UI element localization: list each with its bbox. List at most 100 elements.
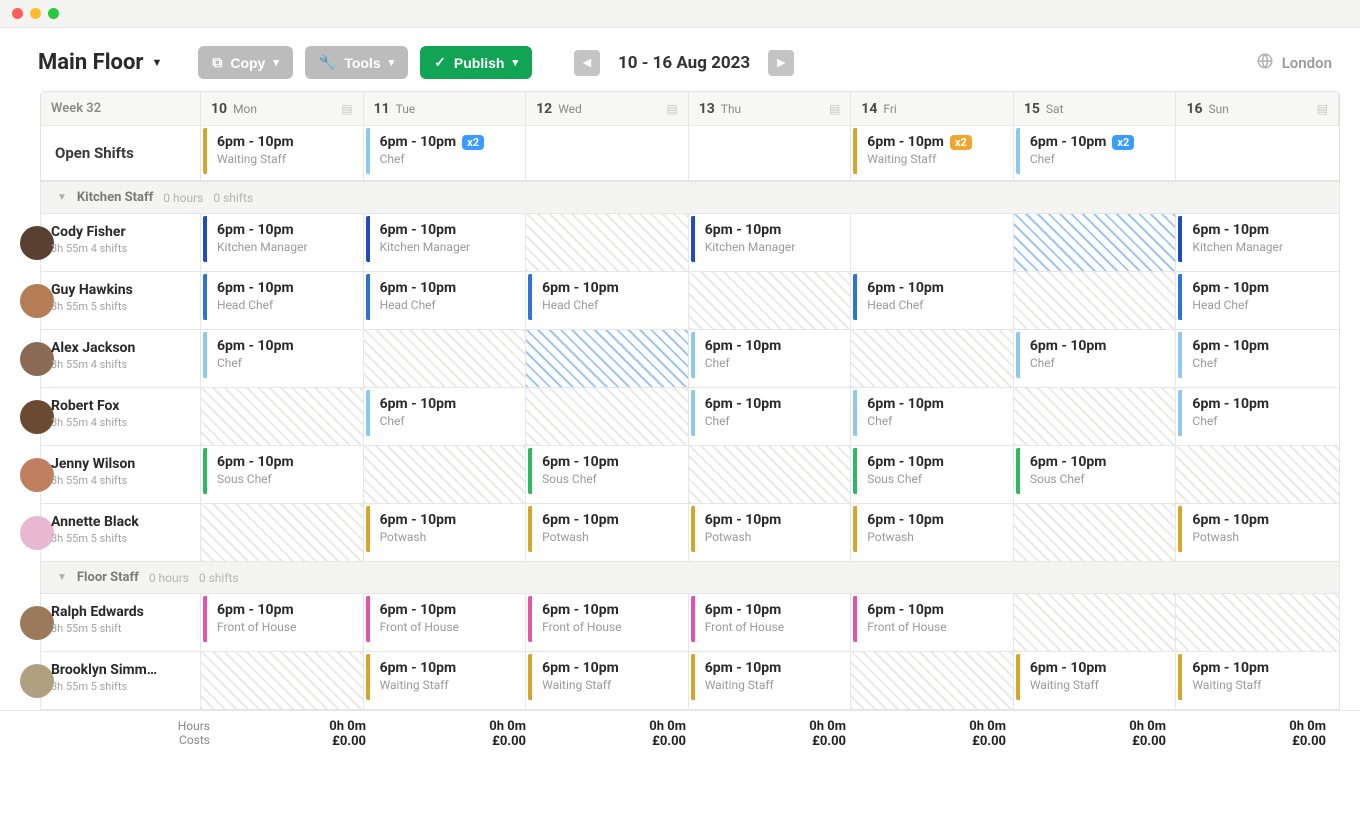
shift-card[interactable]: 6pm - 10pm Head Chef [1178,274,1337,320]
shift-card[interactable]: 6pm - 10pm Waiting Staff [528,654,686,700]
open-shift-card[interactable]: 6pm - 10pm x2 Chef [366,128,524,174]
tools-button[interactable]: 🔧 Tools ▾ [305,46,408,79]
shift-cell[interactable] [1176,594,1339,652]
note-icon[interactable]: ▤ [341,102,352,116]
shift-cell[interactable] [1014,388,1177,446]
shift-cell[interactable] [851,652,1014,710]
shift-cell[interactable] [1014,272,1177,330]
shift-card[interactable]: 6pm - 10pm Front of House [528,596,686,642]
note-icon[interactable]: ▤ [1317,102,1328,116]
shift-cell[interactable] [689,446,852,504]
employee-cell[interactable]: Cody Fisher 3h 55m 4 shifts [41,214,201,272]
shift-card[interactable]: 6pm - 10pm Potwash [1178,506,1337,552]
shift-card[interactable]: 6pm - 10pm Head Chef [528,274,686,320]
shift-cell[interactable] [1014,214,1177,272]
shift-card[interactable]: 6pm - 10pm Kitchen Manager [366,216,524,262]
publish-button[interactable]: ✓ Publish ▾ [420,46,532,79]
shift-card[interactable]: 6pm - 10pm Potwash [528,506,686,552]
close-window-icon[interactable] [12,8,23,19]
shift-card[interactable]: 6pm - 10pm Kitchen Manager [1178,216,1337,262]
day-header[interactable]: 16 Sun ▤ [1176,92,1339,126]
employee-cell[interactable]: Ralph Edwards 3h 55m 5 shift [41,594,201,652]
shift-card[interactable]: 6pm - 10pm Sous Chef [203,448,361,494]
maximize-window-icon[interactable] [48,8,59,19]
shift-cell[interactable]: 6pm - 10pm Potwash [364,504,527,562]
shift-cell[interactable]: 6pm - 10pm Front of House [526,594,689,652]
next-week-button[interactable]: ▶ [768,50,794,76]
copy-button[interactable]: ⧉ Copy ▾ [198,46,293,79]
shift-card[interactable]: 6pm - 10pm Waiting Staff [1016,654,1174,700]
shift-card[interactable]: 6pm - 10pm Front of House [203,596,361,642]
shift-cell[interactable]: 6pm - 10pm Waiting Staff [1014,652,1177,710]
shift-card[interactable]: 6pm - 10pm Chef [1178,390,1337,436]
shift-cell[interactable]: 6pm - 10pm Chef [364,388,527,446]
shift-cell[interactable]: 6pm - 10pm Chef [1176,330,1339,388]
shift-card[interactable]: 6pm - 10pm Chef [1178,332,1337,378]
shift-cell[interactable]: 6pm - 10pm Front of House [364,594,527,652]
schedule-selector[interactable]: Main Floor ▼ [38,50,162,75]
shift-cell[interactable]: 6pm - 10pm Potwash [689,504,852,562]
shift-cell[interactable] [689,272,852,330]
shift-cell[interactable]: 6pm - 10pm Front of House [689,594,852,652]
shift-card[interactable]: 6pm - 10pm Chef [853,390,1011,436]
open-shift-cell[interactable] [689,126,852,181]
shift-cell[interactable] [851,214,1014,272]
employee-cell[interactable]: Jenny Wilson 3h 55m 4 shifts [41,446,201,504]
shift-card[interactable]: 6pm - 10pm Chef [366,390,524,436]
shift-card[interactable]: 6pm - 10pm Head Chef [203,274,361,320]
employee-cell[interactable]: Robert Fox 3h 55m 4 shifts [41,388,201,446]
shift-card[interactable]: 6pm - 10pm Sous Chef [1016,448,1174,494]
shift-cell[interactable]: 6pm - 10pm Chef [851,388,1014,446]
shift-cell[interactable] [1176,446,1339,504]
group-header[interactable]: ▼ Kitchen Staff 0 hours 0 shifts [41,182,1339,214]
prev-week-button[interactable]: ◀ [574,50,600,76]
open-shift-cell[interactable]: 6pm - 10pm x2 Chef [1014,126,1177,181]
open-shift-card[interactable]: 6pm - 10pm Waiting Staff [203,128,361,174]
shift-cell[interactable] [526,214,689,272]
employee-cell[interactable]: Guy Hawkins 3h 55m 5 shifts [41,272,201,330]
shift-card[interactable]: 6pm - 10pm Chef [691,332,849,378]
shift-card[interactable]: 6pm - 10pm Potwash [691,506,849,552]
shift-cell[interactable]: 6pm - 10pm Chef [1176,388,1339,446]
employee-cell[interactable]: Alex Jackson 3h 55m 4 shifts [41,330,201,388]
shift-card[interactable]: 6pm - 10pm Head Chef [853,274,1011,320]
shift-cell[interactable] [526,388,689,446]
group-header[interactable]: ▼ Floor Staff 0 hours 0 shifts [41,562,1339,594]
open-shift-cell[interactable]: 6pm - 10pm x2 Chef [364,126,527,181]
open-shift-cell[interactable] [1176,126,1339,181]
shift-cell[interactable]: 6pm - 10pm Sous Chef [1014,446,1177,504]
open-shift-cell[interactable] [526,126,689,181]
shift-card[interactable]: 6pm - 10pm Kitchen Manager [203,216,361,262]
shift-cell[interactable]: 6pm - 10pm Chef [1014,330,1177,388]
shift-cell[interactable]: 6pm - 10pm Waiting Staff [526,652,689,710]
shift-card[interactable]: 6pm - 10pm Potwash [366,506,524,552]
shift-card[interactable]: 6pm - 10pm Chef [1016,332,1174,378]
shift-cell[interactable] [364,446,527,504]
shift-cell[interactable]: 6pm - 10pm Kitchen Manager [689,214,852,272]
open-shift-card[interactable]: 6pm - 10pm x2 Waiting Staff [853,128,1011,174]
shift-card[interactable]: 6pm - 10pm Front of House [691,596,849,642]
employee-cell[interactable]: Annette Black 3h 55m 5 shifts [41,504,201,562]
shift-card[interactable]: 6pm - 10pm Waiting Staff [1178,654,1337,700]
open-shift-cell[interactable]: 6pm - 10pm x2 Waiting Staff [851,126,1014,181]
shift-cell[interactable]: 6pm - 10pm Kitchen Manager [364,214,527,272]
shift-cell[interactable] [1014,504,1177,562]
shift-card[interactable]: 6pm - 10pm Front of House [853,596,1011,642]
shift-card[interactable]: 6pm - 10pm Front of House [366,596,524,642]
shift-cell[interactable] [201,652,364,710]
shift-cell[interactable]: 6pm - 10pm Sous Chef [851,446,1014,504]
shift-cell[interactable]: 6pm - 10pm Head Chef [851,272,1014,330]
note-icon[interactable]: ▤ [666,102,677,116]
shift-card[interactable]: 6pm - 10pm Chef [203,332,361,378]
minimize-window-icon[interactable] [30,8,41,19]
day-header[interactable]: 10 Mon ▤ [201,92,364,126]
shift-cell[interactable]: 6pm - 10pm Potwash [1176,504,1339,562]
shift-cell[interactable] [1014,594,1177,652]
shift-cell[interactable]: 6pm - 10pm Chef [689,388,852,446]
shift-card[interactable]: 6pm - 10pm Waiting Staff [691,654,849,700]
shift-cell[interactable]: 6pm - 10pm Chef [689,330,852,388]
shift-cell[interactable] [201,504,364,562]
shift-cell[interactable]: 6pm - 10pm Waiting Staff [364,652,527,710]
shift-card[interactable]: 6pm - 10pm Sous Chef [528,448,686,494]
shift-cell[interactable]: 6pm - 10pm Sous Chef [526,446,689,504]
